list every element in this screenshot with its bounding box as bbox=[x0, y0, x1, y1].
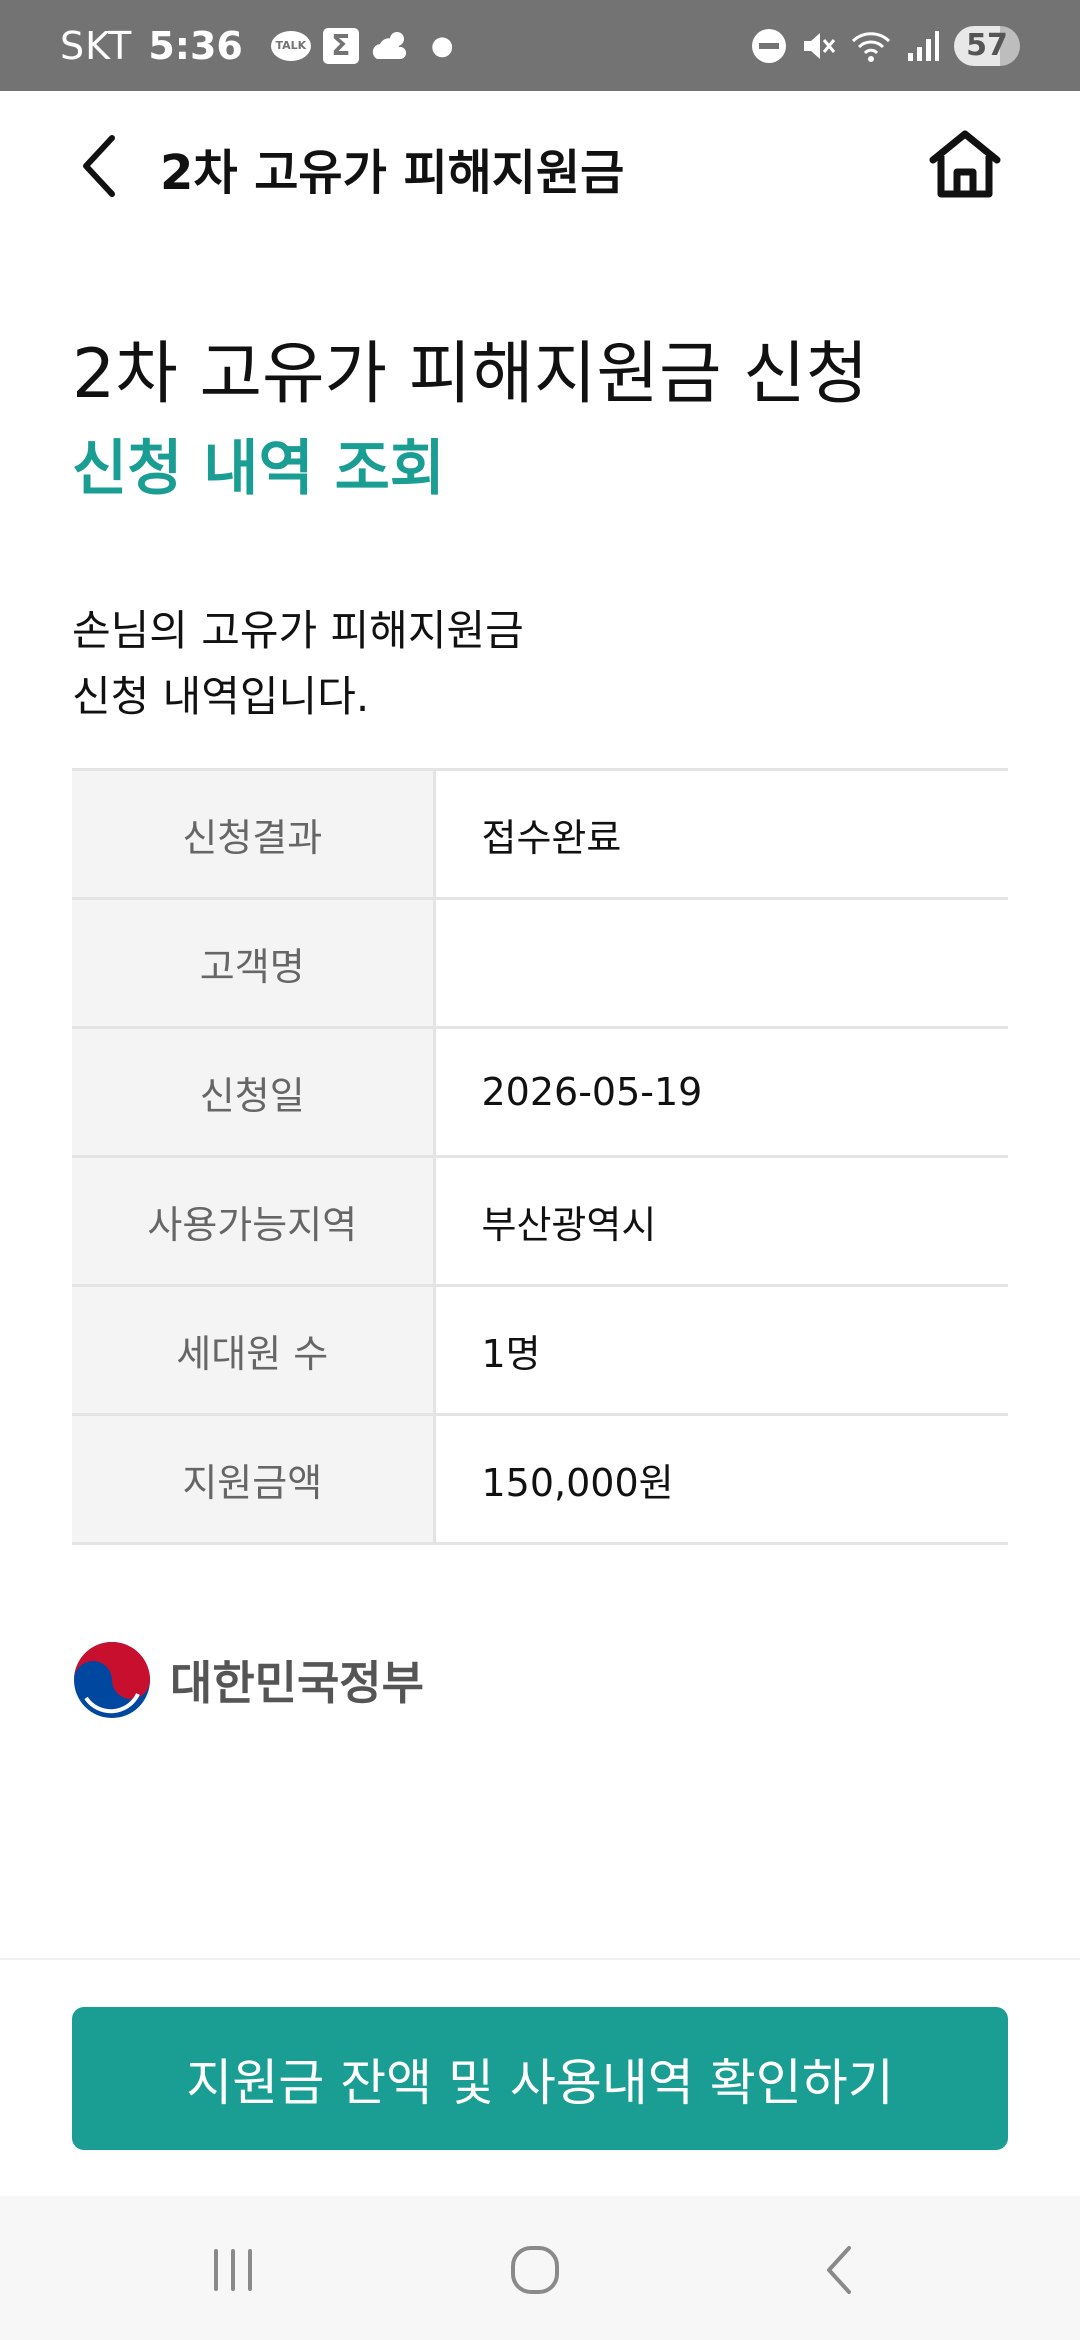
divider bbox=[0, 1958, 1080, 1960]
clock: 5:36 bbox=[148, 23, 243, 68]
intro-text: 손님의 고유가 피해지원금 신청 내역입니다. bbox=[72, 598, 524, 730]
row-label: 세대원 수 bbox=[72, 1284, 436, 1415]
page-subtitle: 신청 내역 조회 bbox=[72, 434, 445, 504]
check-balance-button[interactable]: 지원금 잔액 및 사용내역 확인하기 bbox=[72, 2007, 1008, 2150]
status-right: 57 bbox=[752, 25, 1020, 66]
status-left: SKT 5:36 TALK Σ ● bbox=[60, 24, 454, 68]
signal-icon bbox=[906, 29, 940, 63]
home-circle-icon bbox=[511, 2246, 559, 2294]
page-title: 2차 고유가 피해지원금 신청 bbox=[72, 335, 869, 414]
intro-line-1: 손님의 고유가 피해지원금 bbox=[72, 606, 524, 655]
table-row-amount: 지원금액 150,000원 bbox=[72, 1413, 1008, 1545]
system-nav-bar bbox=[0, 2196, 1080, 2340]
row-value: 150,000원 bbox=[434, 1413, 1008, 1545]
row-value: 1명 bbox=[434, 1284, 1008, 1415]
row-value: 2026-05-19 bbox=[434, 1026, 1008, 1157]
table-row-date: 신청일 2026-05-19 bbox=[72, 1026, 1008, 1157]
weather-icon bbox=[371, 29, 411, 63]
table-row-customer-name: 고객명 bbox=[72, 897, 1008, 1028]
application-info-table: 신청결과 접수완료 고객명 신청일 2026-05-19 사용가능지역 부산광역… bbox=[72, 768, 1008, 1545]
back-nav-button[interactable] bbox=[794, 2238, 884, 2302]
mute-icon bbox=[800, 29, 836, 63]
row-label: 신청일 bbox=[72, 1026, 436, 1157]
dnd-icon bbox=[752, 28, 786, 63]
recent-apps-icon bbox=[214, 2249, 252, 2291]
row-label: 신청결과 bbox=[72, 768, 436, 899]
row-value: 접수완료 bbox=[434, 768, 1008, 899]
row-label: 사용가능지역 bbox=[72, 1155, 436, 1286]
back-icon bbox=[827, 2246, 851, 2294]
app-header: 2차 고유가 피해지원금 bbox=[0, 91, 1080, 241]
row-value: 부산광역시 bbox=[434, 1155, 1008, 1286]
kakaotalk-icon: TALK bbox=[270, 30, 311, 61]
government-name: 대한민국정부 bbox=[170, 1656, 424, 1710]
row-label: 지원금액 bbox=[72, 1413, 436, 1545]
sigma-app-icon: Σ bbox=[322, 27, 359, 64]
row-label: 고객명 bbox=[72, 897, 436, 1028]
home-nav-button[interactable] bbox=[490, 2238, 580, 2302]
table-row-household: 세대원 수 1명 bbox=[72, 1284, 1008, 1415]
back-button[interactable] bbox=[68, 131, 128, 201]
wifi-icon bbox=[850, 29, 892, 63]
home-icon bbox=[929, 130, 1001, 198]
carrier-label: SKT bbox=[60, 23, 133, 68]
taeguk-icon bbox=[74, 1642, 150, 1718]
table-row-result: 신청결과 접수완료 bbox=[72, 768, 1008, 899]
header-title: 2차 고유가 피해지원금 bbox=[160, 145, 625, 201]
row-value bbox=[434, 897, 1008, 1028]
intro-line-2: 신청 내역입니다. bbox=[72, 672, 370, 721]
battery-icon: 57 bbox=[954, 25, 1020, 66]
government-logo: 대한민국정부 bbox=[72, 1640, 424, 1720]
recent-apps-button[interactable] bbox=[188, 2238, 278, 2302]
status-bar: SKT 5:36 TALK Σ ● 57 bbox=[0, 0, 1080, 91]
table-row-region: 사용가능지역 부산광역시 bbox=[72, 1155, 1008, 1286]
notification-dot-icon: ● bbox=[430, 30, 454, 61]
chevron-left-icon bbox=[83, 135, 115, 197]
home-button[interactable] bbox=[925, 124, 1005, 204]
